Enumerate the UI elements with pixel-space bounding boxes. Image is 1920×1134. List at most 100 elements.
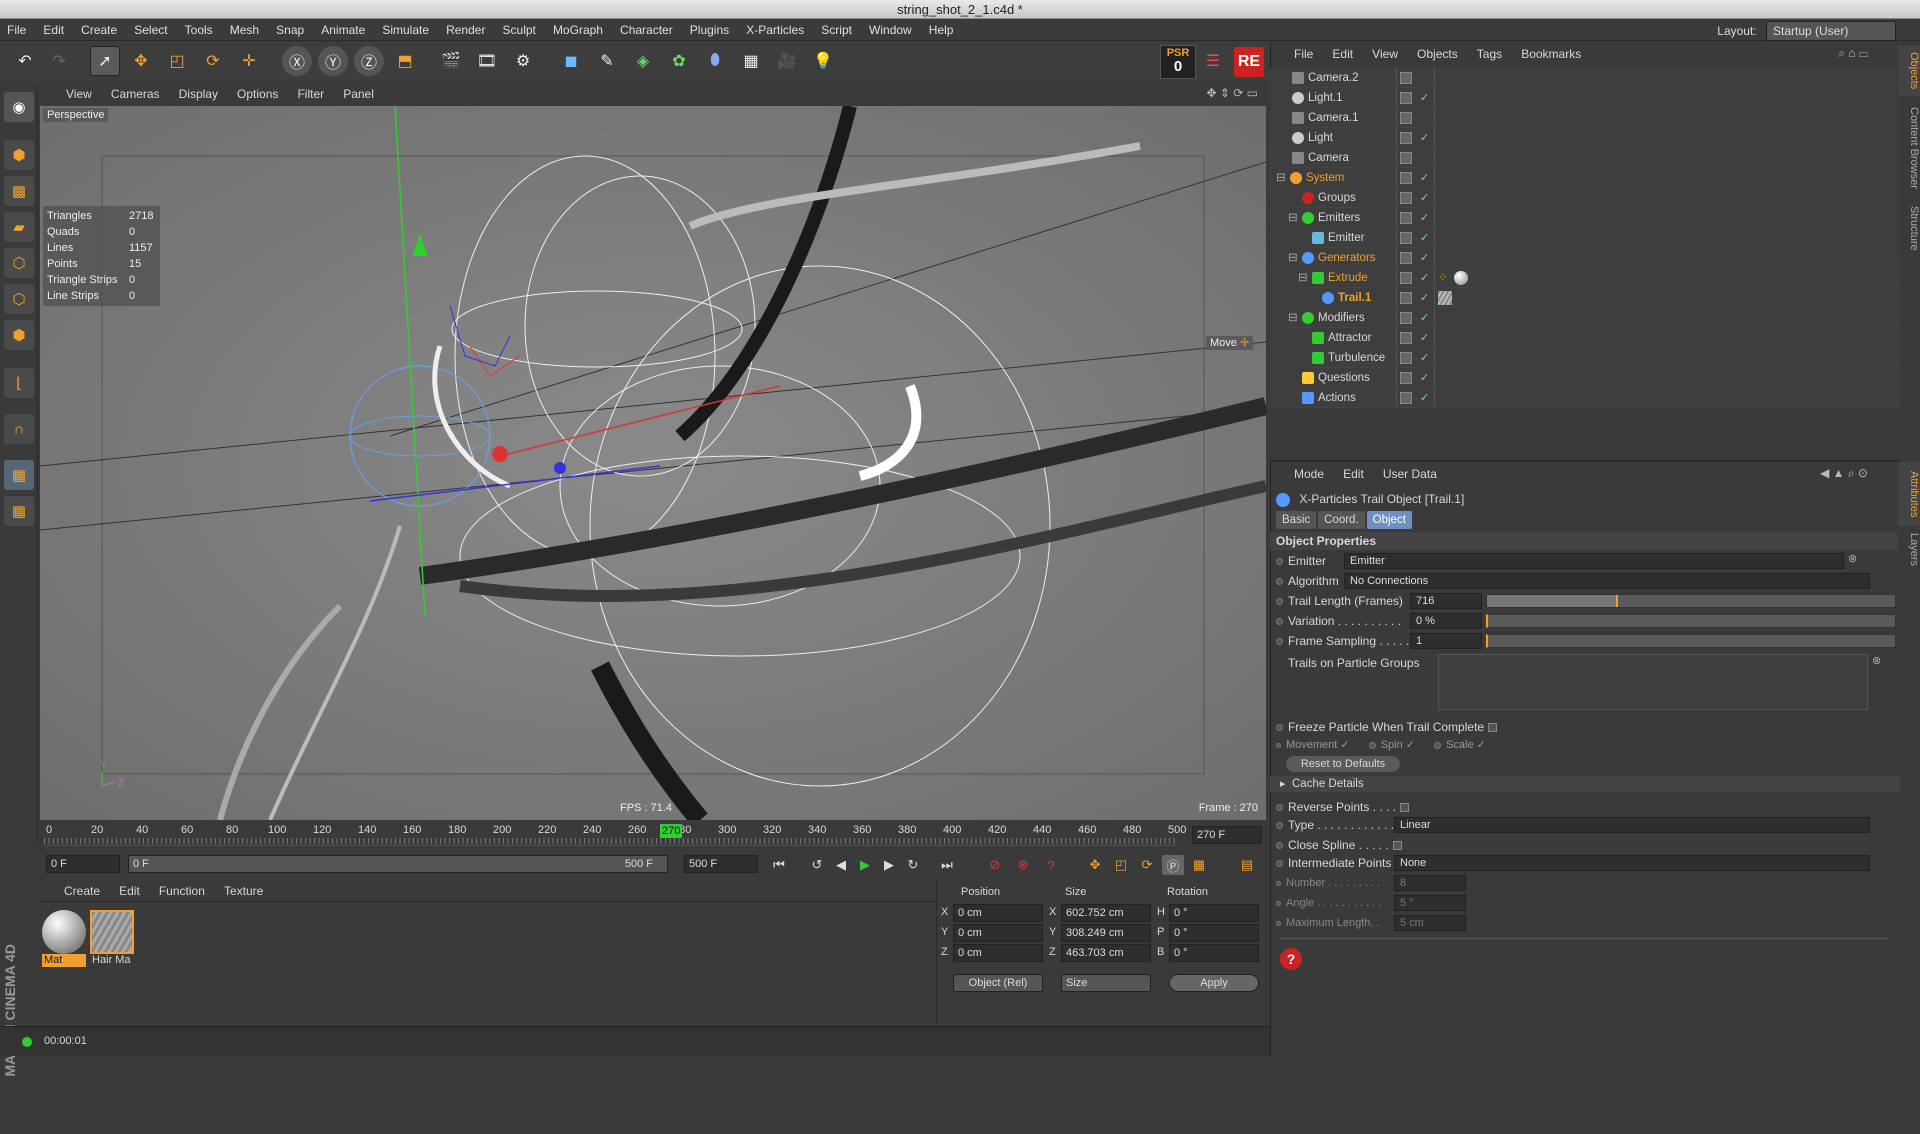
obj-menu-edit[interactable]: Edit (1324, 42, 1361, 66)
render-toggle[interactable] (1400, 352, 1412, 364)
light-tool-icon[interactable]: 💡 (808, 46, 838, 76)
algorithm-dropdown[interactable]: No Connections (1344, 573, 1870, 589)
animate-dot[interactable] (1276, 558, 1283, 566)
start-frame-field[interactable]: 0 F (46, 855, 120, 873)
enabled-check[interactable]: ✓ (1420, 128, 1429, 148)
end-frame-field[interactable]: 500 F (684, 855, 758, 873)
hair-material-tag-icon[interactable] (1438, 291, 1452, 305)
render-toggle[interactable] (1400, 212, 1412, 224)
record-keys-icon[interactable]: ⊘ (984, 855, 1006, 875)
render-toggle[interactable] (1400, 232, 1412, 244)
sidetab-attributes[interactable]: Attributes (1898, 462, 1920, 526)
viewport-nav-icons[interactable]: ✥ ⇕ ⟳ ▭ (1206, 86, 1258, 100)
menu-render[interactable]: Render (439, 19, 492, 41)
render-view-icon[interactable]: 🎬 (436, 46, 466, 76)
object-row-light[interactable]: Light ✓ (1270, 128, 1900, 148)
key-position-icon[interactable]: ✥ (1084, 855, 1106, 875)
enabled-check[interactable]: ✓ (1420, 228, 1429, 248)
collapse-icon[interactable]: ⊟ (1298, 268, 1308, 288)
obj-menu-view[interactable]: View (1364, 42, 1406, 66)
enabled-check[interactable]: ✓ (1420, 248, 1429, 268)
viewport-menu-view[interactable]: View (58, 84, 100, 104)
position-z-field[interactable]: 0 cm (953, 944, 1043, 962)
texture-mode-icon[interactable]: ▩ (4, 176, 34, 206)
max-length-field[interactable]: 5 cm (1394, 915, 1466, 931)
animate-dot[interactable] (1276, 618, 1283, 626)
object-row-system[interactable]: ⊟ System ✓ (1270, 168, 1900, 188)
enabled-check[interactable]: ✓ (1420, 328, 1429, 348)
render-picture-viewer-icon[interactable]: 🎞 (472, 46, 502, 76)
obj-menu-tags[interactable]: Tags (1469, 42, 1510, 66)
trail-length-slider[interactable] (1486, 594, 1896, 608)
menu-x-particles[interactable]: X-Particles (739, 19, 811, 41)
snap-grid-icon[interactable]: ▦ (4, 460, 34, 490)
render-toggle[interactable] (1400, 252, 1412, 264)
rotation-h-field[interactable]: 0 ° (1169, 904, 1259, 922)
menu-sculpt[interactable]: Sculpt (496, 19, 543, 41)
animate-dot[interactable] (1276, 724, 1283, 732)
menu-simulate[interactable]: Simulate (375, 19, 436, 41)
rotation-b-field[interactable]: 0 ° (1169, 944, 1259, 962)
axis-mode-icon[interactable]: ⌊ (4, 368, 34, 398)
enabled-check[interactable]: ✓ (1420, 388, 1429, 408)
emitter-link-field[interactable]: Emitter (1344, 553, 1844, 569)
deformer-icon[interactable]: ⬮ (700, 46, 730, 76)
variation-slider[interactable] (1486, 614, 1896, 628)
menu-tools[interactable]: Tools (178, 19, 220, 41)
trail-length-field[interactable]: 716 (1410, 593, 1482, 609)
close-spline-checkbox[interactable] (1392, 841, 1402, 851)
object-row-camera-1[interactable]: Camera.1 (1270, 108, 1900, 128)
help-icon[interactable]: ? (1280, 948, 1302, 970)
object-row-extrude[interactable]: ⊟ Extrude ✓ ⁘ (1270, 268, 1900, 288)
render-toggle[interactable] (1400, 152, 1412, 164)
object-row-emitter[interactable]: Emitter ✓ (1270, 228, 1900, 248)
enabled-check[interactable]: ✓ (1420, 348, 1429, 368)
menu-create[interactable]: Create (74, 19, 124, 41)
camera-tool-icon[interactable]: 🎥 (772, 46, 802, 76)
animate-dot[interactable] (1276, 598, 1283, 606)
previous-key-icon[interactable]: ↺ (806, 855, 828, 875)
reverse-points-checkbox[interactable] (1400, 803, 1410, 813)
sidetab-layers[interactable]: Layers (1898, 530, 1920, 570)
play-icon[interactable]: ▶ (854, 855, 876, 875)
enabled-check[interactable]: ✓ (1420, 288, 1429, 308)
timeline-playhead[interactable]: 270 (660, 824, 683, 838)
animate-dot[interactable] (1276, 880, 1281, 886)
cache-details-group[interactable]: ▸ Cache Details (1270, 776, 1900, 792)
coordinate-system-icon[interactable]: ⬒ (390, 46, 420, 76)
next-key-icon[interactable]: ↻ (902, 855, 924, 875)
transform-tool-icon[interactable]: ✛ (234, 46, 264, 76)
menu-help[interactable]: Help (922, 19, 961, 41)
material-menu-create[interactable]: Create (56, 880, 108, 902)
array-icon[interactable]: ✿ (664, 46, 694, 76)
x-axis-lock-icon[interactable]: Ⓧ (282, 46, 312, 76)
variation-field[interactable]: 0 % (1410, 613, 1482, 629)
go-to-end-icon[interactable]: ⏭ (936, 855, 958, 875)
nurbs-icon[interactable]: ◈ (628, 46, 658, 76)
material-menu-edit[interactable]: Edit (111, 880, 148, 902)
size-x-field[interactable]: 602.752 cm (1061, 904, 1151, 922)
tab-object[interactable]: Object (1366, 511, 1412, 529)
viewport-menu-panel[interactable]: Panel (335, 84, 382, 104)
enabled-check[interactable]: ✓ (1420, 308, 1429, 328)
rotate-tool-icon[interactable]: ⟳ (198, 46, 228, 76)
viewport-menu-filter[interactable]: Filter (289, 84, 332, 104)
menu-mograph[interactable]: MoGraph (546, 19, 610, 41)
polygons-mode-icon[interactable]: ⬢ (4, 320, 34, 350)
model-mode-icon[interactable]: ⬢ (4, 140, 34, 170)
object-row-attractor[interactable]: Attractor ✓ (1270, 328, 1900, 348)
autokey-icon[interactable]: ⊛ (1012, 855, 1034, 875)
object-row-groups[interactable]: Groups ✓ (1270, 188, 1900, 208)
obj-search-icon[interactable]: ⌕ ⌂ ▭ (1838, 46, 1868, 61)
key-pla-icon[interactable]: ▦ (1188, 855, 1210, 875)
obj-menu-objects[interactable]: Objects (1409, 42, 1466, 66)
z-axis-lock-icon[interactable]: Ⓩ (354, 46, 384, 76)
material-tag-icon[interactable] (1454, 271, 1468, 285)
emitter-pick-icon[interactable]: ⊗ (1848, 552, 1857, 565)
position-y-field[interactable]: 0 cm (953, 924, 1043, 942)
render-toggle[interactable] (1400, 172, 1412, 184)
obj-menu-bookmarks[interactable]: Bookmarks (1513, 42, 1589, 66)
apply-button[interactable]: Apply (1169, 974, 1259, 992)
collapse-icon[interactable]: ⊟ (1288, 308, 1298, 328)
collapse-icon[interactable]: ⊟ (1288, 208, 1298, 228)
